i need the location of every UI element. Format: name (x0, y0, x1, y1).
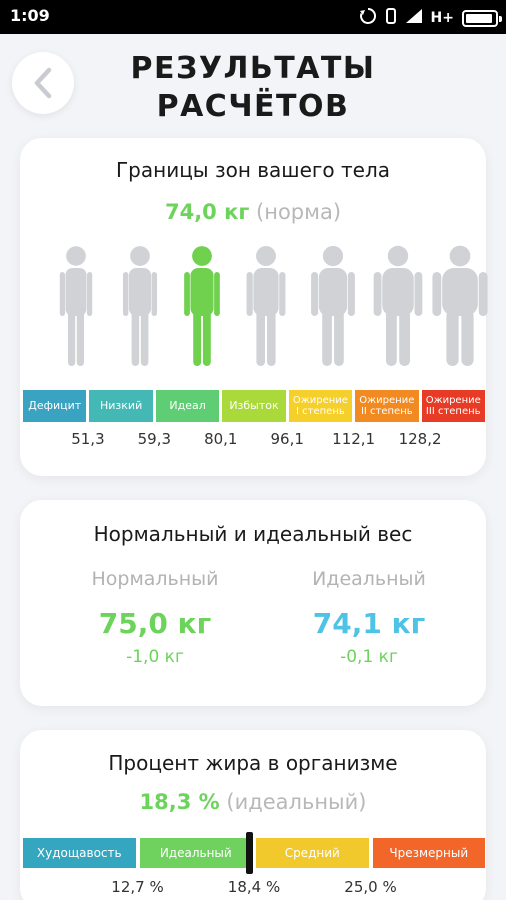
body-zone-segment: Идеал (155, 390, 220, 422)
normal-weight-delta: -1,0 кг (126, 647, 184, 667)
body-fat-line: 18,3 % (идеальный) (20, 790, 486, 814)
normal-weight-block: Нормальный 75,0 кг -1,0 кг (55, 568, 255, 667)
body-zone-segment: Низкий (89, 390, 153, 422)
body-zone-bar: Дефицит Низкий Идеал Избыток Ожирение I степе… (23, 390, 485, 422)
body-zone-thresholds: 51,3 59,3 80,1 96,1 112,1 128,2 (20, 430, 486, 450)
body-zone-threshold: 59,3 (137, 430, 172, 448)
page-title-line2: РАСЧЁТОВ (156, 89, 350, 124)
body-figure-icon (302, 244, 364, 368)
back-button[interactable] (12, 52, 74, 114)
network-type: H+ (430, 10, 454, 26)
normal-weight-value: 75,0 кг (98, 607, 212, 640)
status-bar: 1:09 H+ (0, 0, 506, 34)
body-figure-icon (109, 244, 171, 368)
body-zone-threshold: 51,3 (71, 430, 105, 448)
body-figure-icon (171, 244, 233, 368)
body-fat-marker (245, 832, 253, 874)
body-fat-threshold: 25,0 % (344, 878, 397, 896)
body-zone-segment: Ожирение III степень (421, 390, 485, 422)
body-zone-segment: Ожирение II степень (355, 390, 419, 422)
body-figure-icon (367, 244, 429, 368)
body-zone-segment: Избыток (222, 390, 286, 422)
battery-icon (462, 9, 502, 27)
body-zone-segment: Ожирение I степень (288, 390, 353, 422)
body-figure-icon (45, 244, 107, 368)
vibrate-icon (385, 7, 397, 29)
normal-weight-label: Нормальный (91, 568, 219, 590)
normal-ideal-title: Нормальный и идеальный вес (93, 522, 413, 546)
ideal-weight-delta: -0,1 кг (340, 647, 398, 667)
body-zone-segment: Дефицит (23, 390, 87, 422)
body-fat-threshold: 12,7 % (111, 878, 164, 896)
body-fat-title: Процент жира в организме (108, 751, 398, 775)
ideal-weight-block: Идеальный 74,1 кг -0,1 кг (269, 568, 469, 667)
normal-ideal-weight-card: Нормальный и идеальный вес Нормальный 75… (20, 500, 486, 706)
status-icons: H+ (359, 7, 502, 29)
current-weight-status: (норма) (256, 200, 342, 224)
body-fat-segment: Чрезмерный (372, 838, 485, 868)
sync-icon (359, 7, 377, 29)
body-fat-bar: Худощавость Идеальный Средний Чрезмерный (23, 838, 485, 868)
body-fat-status: (идеальный) (226, 790, 367, 814)
current-weight-line: 74,0 кг (норма) (20, 200, 486, 224)
current-weight-value: 74,0 кг (164, 200, 250, 224)
page-title-line1: РЕЗУЛЬТАТЫ (130, 51, 376, 86)
body-figure-icon (429, 244, 491, 368)
body-fat-thresholds: 12,7 % 18,4 % 25,0 % (20, 878, 486, 898)
status-time: 1:09 (10, 6, 50, 25)
body-zone-threshold: 128,2 (398, 430, 442, 448)
body-fat-segment: Идеальный (139, 838, 252, 868)
ideal-weight-value: 74,1 кг (312, 607, 426, 640)
body-zones-title: Границы зон вашего тела (115, 158, 391, 182)
body-fat-segment: Худощавость (23, 838, 136, 868)
body-zone-threshold: 96,1 (270, 430, 304, 448)
body-zone-threshold: 80,1 (204, 430, 238, 448)
body-fat-segment: Средний (256, 838, 369, 868)
body-figure-icon (235, 244, 297, 368)
signal-icon (405, 8, 423, 28)
body-fat-threshold: 18,4 % (227, 878, 281, 896)
body-fat-card: Процент жира в организме 18,3 % (идеальн… (20, 730, 486, 900)
body-fat-value: 18,3 % (139, 790, 220, 814)
body-zones-card: Границы зон вашего тела 74,0 кг (норма) … (20, 138, 488, 476)
ideal-weight-label: Идеальный (312, 568, 426, 590)
chevron-left-icon (34, 67, 52, 99)
body-zone-threshold: 112,1 (332, 430, 376, 448)
page-title: РЕЗУЛЬТАТЫ РАСЧЁТОВ (90, 50, 416, 126)
